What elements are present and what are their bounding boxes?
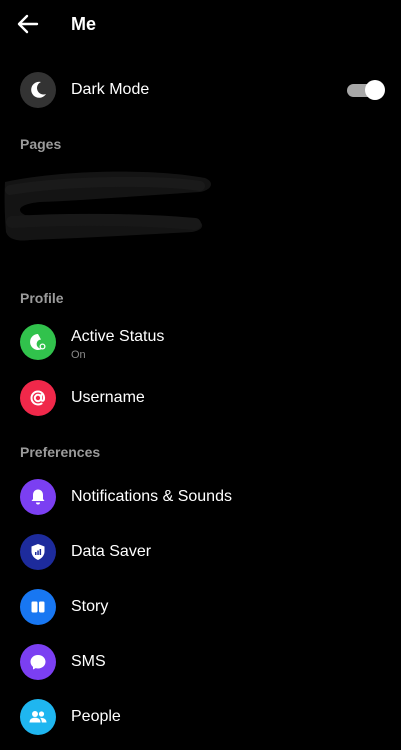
toggle-knob xyxy=(365,80,385,100)
people-icon xyxy=(20,699,56,735)
notifications-label: Notifications & Sounds xyxy=(71,488,232,505)
active-status-row[interactable]: Active Status On xyxy=(0,322,401,362)
sms-row[interactable]: SMS xyxy=(0,642,401,682)
story-row[interactable]: Story xyxy=(0,587,401,627)
redacted-scribble xyxy=(4,171,212,241)
username-label: Username xyxy=(71,389,145,406)
moon-icon xyxy=(20,72,56,108)
notifications-row[interactable]: Notifications & Sounds xyxy=(0,477,401,517)
username-row[interactable]: Username xyxy=(0,378,401,418)
data-saver-row[interactable]: Data Saver xyxy=(0,532,401,572)
arrow-left-icon xyxy=(17,14,39,34)
header: Me xyxy=(0,0,401,48)
story-icon xyxy=(20,589,56,625)
bell-icon xyxy=(20,479,56,515)
data-saver-label: Data Saver xyxy=(71,543,152,560)
sms-label: SMS xyxy=(71,653,106,670)
active-status-label: Active Status xyxy=(71,328,165,345)
shield-icon xyxy=(20,534,56,570)
people-row[interactable]: People xyxy=(0,697,401,737)
story-label: Story xyxy=(71,598,109,615)
page-title: Me xyxy=(71,14,97,34)
at-sign-icon xyxy=(20,380,56,416)
back-button[interactable] xyxy=(12,8,44,40)
people-label: People xyxy=(71,708,121,725)
section-preferences-header: Preferences xyxy=(20,444,101,460)
dark-mode-label: Dark Mode xyxy=(71,81,150,98)
active-status-icon xyxy=(20,324,56,360)
dark-mode-row[interactable]: Dark Mode xyxy=(0,70,401,110)
section-pages-header: Pages xyxy=(20,136,62,152)
chat-bubble-icon xyxy=(20,644,56,680)
dark-mode-toggle[interactable] xyxy=(346,80,386,100)
active-status-value: On xyxy=(71,349,86,361)
section-profile-header: Profile xyxy=(20,290,64,306)
